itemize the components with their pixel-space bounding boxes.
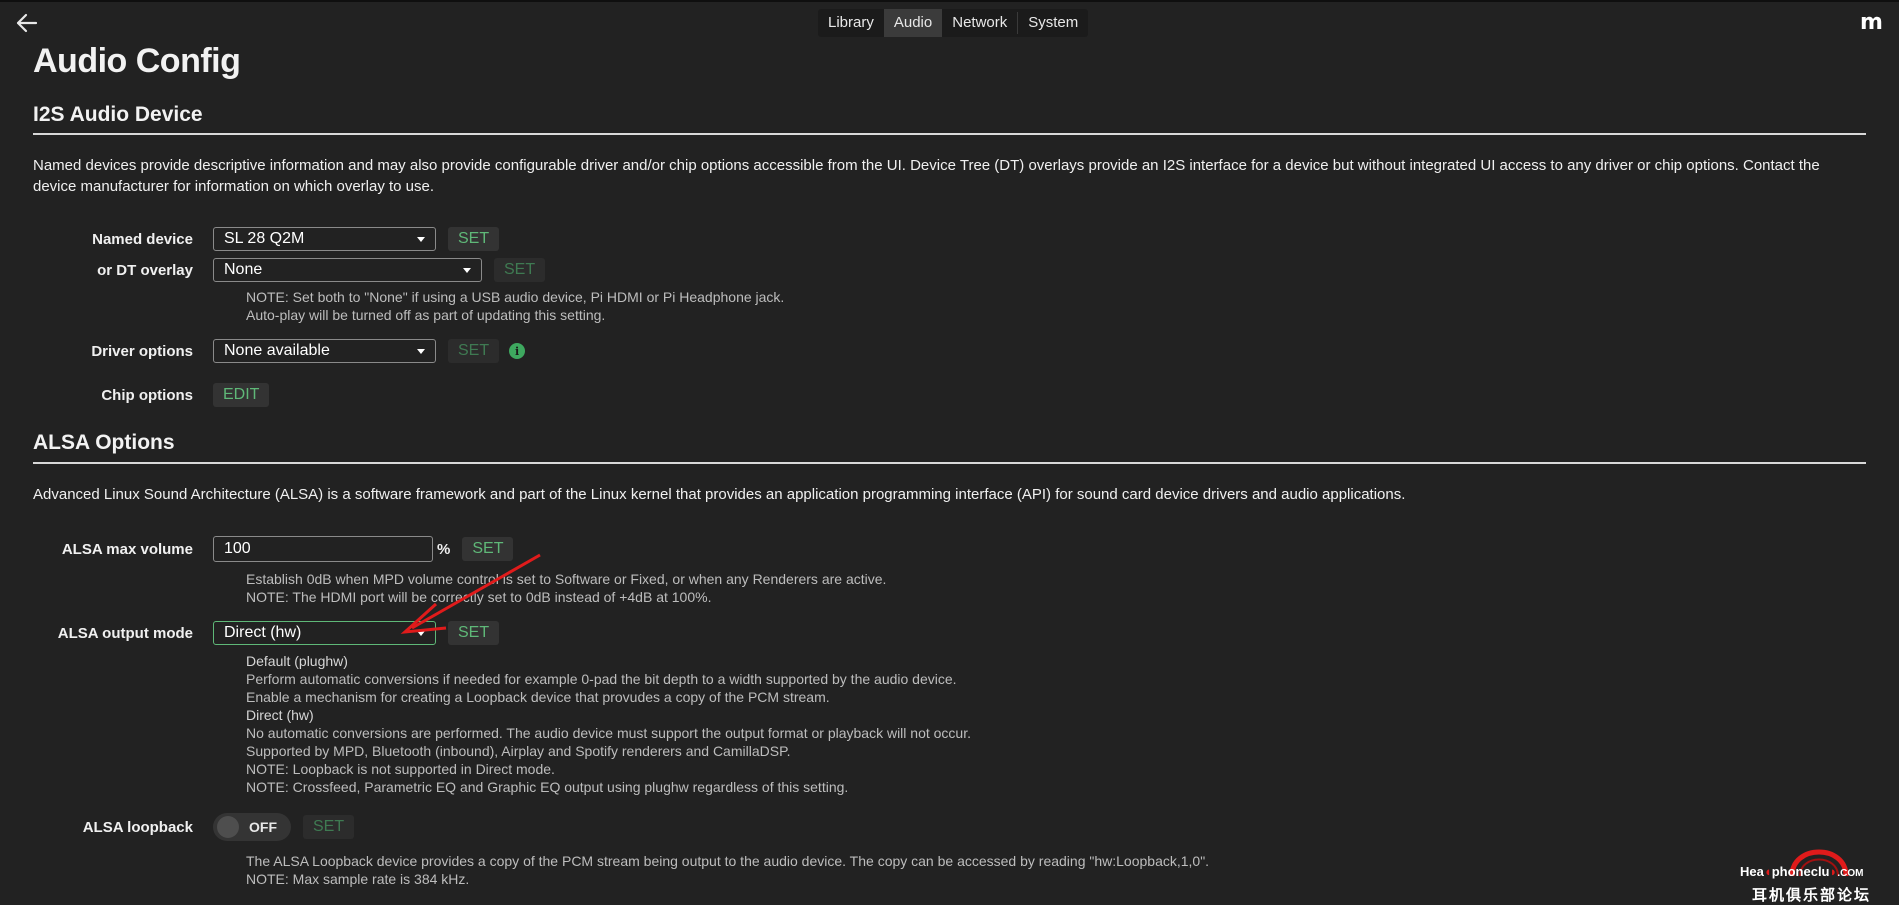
named-device-label: Named device: [92, 230, 193, 248]
max-volume-set-button[interactable]: SET: [462, 537, 514, 561]
chip-options-edit-button[interactable]: EDIT: [213, 383, 270, 407]
output-mode-select[interactable]: Direct (hw): [213, 621, 436, 645]
watermark-text-en: Hea◖phoneclu◗.COM: [1740, 864, 1863, 879]
loopback-notes: The ALSA Loopback device provides a copy…: [246, 852, 1209, 888]
chip-options-row: Chip options EDIT: [33, 382, 270, 408]
driver-options-select[interactable]: None available: [213, 339, 436, 363]
max-volume-input[interactable]: 100: [213, 536, 433, 562]
named-device-set-button[interactable]: SET: [448, 227, 500, 251]
note-line: Supported by MPD, Bluetooth (inbound), A…: [246, 743, 791, 759]
note-line: Establish 0dB when MPD volume control is…: [246, 571, 887, 587]
note-line: Enable a mechanism for creating a Loopba…: [246, 689, 830, 705]
output-mode-value: Direct (hw): [224, 624, 302, 641]
note-line: The ALSA Loopback device provides a copy…: [246, 853, 1210, 869]
output-mode-field: Direct (hw) SET: [213, 621, 500, 645]
section-divider: [33, 133, 1866, 135]
note-line: NOTE: Loopback is not supported in Direc…: [246, 761, 555, 777]
back-button[interactable]: [14, 10, 40, 36]
note-line: NOTE: The HDMI port will be correctly se…: [246, 589, 712, 605]
driver-options-row: Driver options None available SET i: [33, 338, 526, 364]
tab-system[interactable]: System: [1018, 9, 1088, 37]
alsa-description: Advanced Linux Sound Architecture (ALSA)…: [33, 486, 1406, 503]
dt-overlay-set-button[interactable]: SET: [494, 258, 546, 282]
arrow-left-icon: [16, 13, 38, 33]
caret-down-icon: [463, 268, 471, 273]
watermark: Hea◖phoneclu◗.COM 耳机俱乐部论坛: [1740, 838, 1899, 904]
i2s-description: Named devices provide descriptive inform…: [33, 157, 1820, 195]
named-device-value: SL 28 Q2M: [224, 230, 305, 247]
note-heading: Direct (hw): [246, 707, 314, 723]
named-device-field: SL 28 Q2M SET: [213, 227, 500, 251]
note-line: Auto-play will be turned off as part of …: [246, 307, 606, 323]
output-mode-notes: Default (plughw) Perform automatic conve…: [246, 652, 971, 796]
caret-down-icon: [417, 237, 425, 242]
loopback-label: ALSA loopback: [82, 818, 193, 836]
note-line: NOTE: Max sample rate is 384 kHz.: [246, 871, 470, 887]
toggle-state: OFF: [249, 819, 277, 835]
note-line: NOTE: Set both to "None" if using a USB …: [246, 289, 785, 305]
wm-part: Hea: [1740, 864, 1764, 879]
output-mode-label: ALSA output mode: [57, 624, 193, 642]
dt-overlay-value: None: [224, 261, 263, 278]
named-device-select[interactable]: SL 28 Q2M: [213, 227, 436, 251]
dt-overlay-label: or DT overlay: [97, 261, 193, 279]
dt-overlay-field: None SET: [213, 258, 546, 282]
driver-options-label: Driver options: [91, 342, 193, 360]
output-mode-set-button[interactable]: SET: [448, 621, 500, 645]
note-line: Perform automatic conversions if needed …: [246, 671, 957, 687]
section-heading-i2s: I2S Audio Device: [33, 103, 203, 126]
driver-options-value: None available: [224, 342, 330, 359]
chip-options-label: Chip options: [101, 386, 193, 404]
wm-part: .COM: [1837, 868, 1864, 879]
tab-network[interactable]: Network: [942, 9, 1017, 37]
loopback-toggle[interactable]: OFF: [213, 813, 291, 841]
section-divider: [33, 462, 1866, 464]
main-nav: Library Audio Network System: [818, 9, 1089, 37]
overlay-note: NOTE: Set both to "None" if using a USB …: [246, 288, 784, 324]
driver-options-field: None available SET i: [213, 339, 526, 363]
caret-down-icon: [417, 631, 425, 636]
max-volume-note: Establish 0dB when MPD volume control is…: [246, 570, 886, 606]
max-volume-field: 100 % SET: [213, 536, 514, 562]
dt-overlay-select[interactable]: None: [213, 258, 482, 282]
percent-unit: %: [437, 540, 451, 558]
info-icon[interactable]: i: [509, 343, 526, 359]
loopback-field: OFF SET: [213, 813, 355, 841]
named-device-row: Named device SL 28 Q2M SET: [33, 226, 500, 252]
loopback-row: ALSA loopback OFF SET: [33, 812, 355, 842]
watermark-text-cn: 耳机俱乐部论坛: [1752, 886, 1872, 904]
wm-part: phoneclu: [1771, 864, 1830, 879]
top-bar: Library Audio Network System m: [0, 0, 1899, 46]
note-line: NOTE: Crossfeed, Parametric EQ and Graph…: [246, 779, 849, 795]
tab-library[interactable]: Library: [818, 9, 884, 37]
driver-options-set-button[interactable]: SET: [448, 339, 500, 363]
section-heading-alsa: ALSA Options: [33, 431, 175, 454]
output-mode-row: ALSA output mode Direct (hw) SET: [33, 620, 500, 646]
page-title: Audio Config: [33, 42, 241, 80]
chip-options-field: EDIT: [213, 383, 270, 407]
dt-overlay-row: or DT overlay None SET: [33, 257, 546, 283]
loopback-set-button[interactable]: SET: [303, 815, 355, 839]
wm-red-d: ◖: [1763, 864, 1772, 879]
max-volume-row: ALSA max volume 100 % SET: [33, 535, 514, 563]
caret-down-icon: [417, 349, 425, 354]
max-volume-label: ALSA max volume: [61, 540, 193, 558]
note-heading: Default (plughw): [246, 653, 348, 669]
tab-audio[interactable]: Audio: [883, 9, 943, 37]
note-line: No automatic conversions are performed. …: [246, 725, 971, 741]
app-logo[interactable]: m: [1860, 10, 1883, 35]
toggle-knob: [217, 816, 239, 838]
